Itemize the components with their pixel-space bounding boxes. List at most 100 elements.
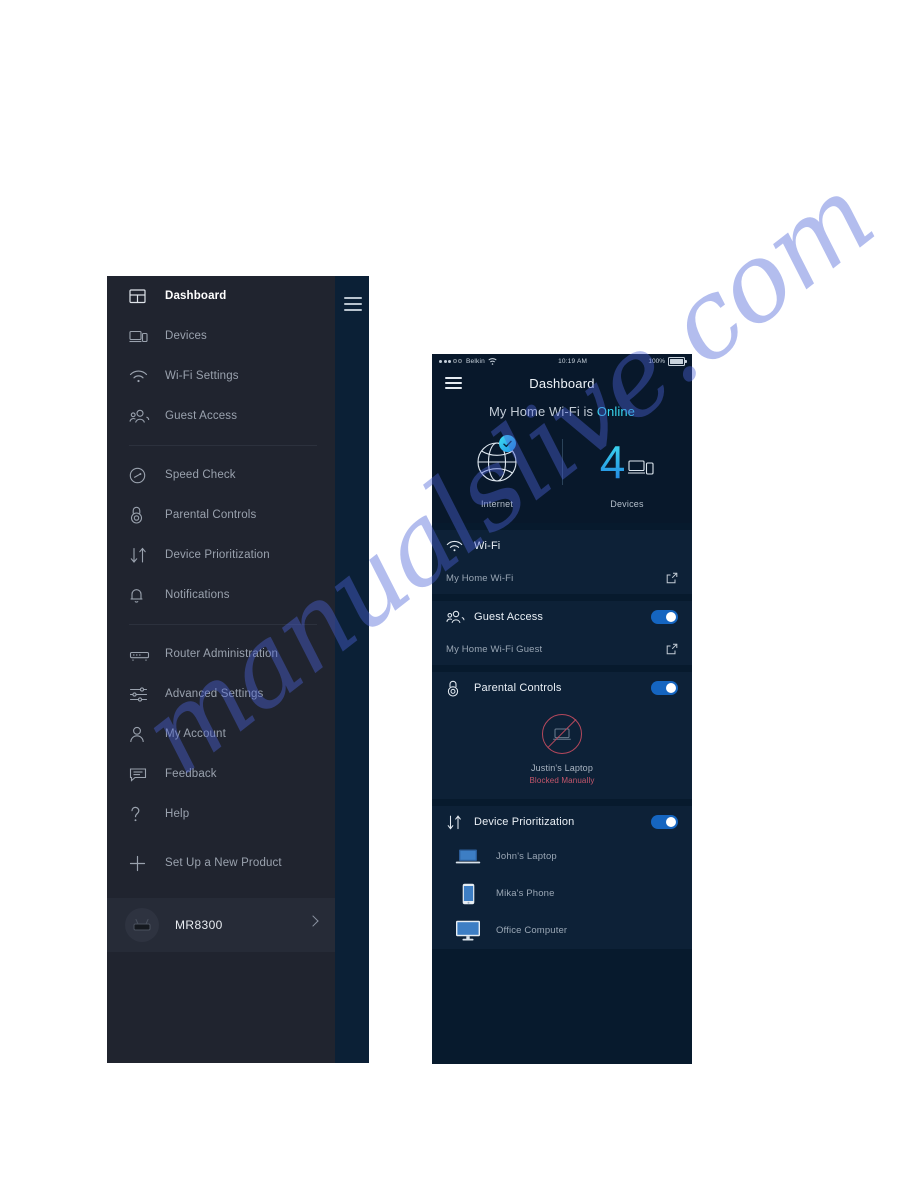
devices-label: Devices bbox=[610, 499, 644, 509]
sidebar-item-label: Speed Check bbox=[165, 469, 236, 481]
question-icon bbox=[129, 803, 153, 825]
wifi-card: Wi-Fi My Home Wi-Fi bbox=[432, 530, 692, 594]
sidebar-panel: Dashboard Devices Wi-Fi Settings Guest A… bbox=[107, 276, 369, 1063]
priority-device-row[interactable]: Mika's Phone bbox=[432, 875, 692, 912]
wifi-icon bbox=[488, 357, 497, 365]
router-name-label: MR8300 bbox=[175, 918, 223, 932]
lock-icon bbox=[446, 680, 466, 697]
priority-device-name: John's Laptop bbox=[496, 851, 557, 862]
device-prioritization-toggle[interactable] bbox=[651, 815, 678, 829]
sidebar-item-feedback[interactable]: Feedback bbox=[107, 754, 335, 794]
parental-controls-toggle[interactable] bbox=[651, 681, 678, 695]
sidebar-item-label: My Account bbox=[165, 728, 226, 740]
sidebar-item-my-account[interactable]: My Account bbox=[107, 714, 335, 754]
priority-device-name: Mika's Phone bbox=[496, 888, 555, 899]
sidebar-item-set-up-new-product[interactable]: Set Up a New Product bbox=[107, 843, 335, 883]
devices-count-art: 4 bbox=[600, 433, 655, 491]
bell-icon bbox=[129, 584, 153, 606]
globe-icon bbox=[472, 433, 522, 491]
parental-controls-card-header[interactable]: Parental Controls bbox=[432, 672, 692, 704]
router-avatar-icon bbox=[125, 908, 159, 942]
network-status-text: My Home Wi-Fi is Online bbox=[432, 404, 692, 419]
sidebar-item-label: Guest Access bbox=[165, 410, 238, 422]
battery-status: 100% bbox=[648, 356, 687, 366]
dashboard-icon bbox=[129, 285, 153, 307]
desktop-icon bbox=[454, 920, 482, 941]
guest-access-card-header[interactable]: Guest Access bbox=[432, 601, 692, 633]
check-badge-icon bbox=[499, 435, 516, 452]
sidebar-item-label: Help bbox=[165, 808, 190, 820]
sidebar-item-notifications[interactable]: Notifications bbox=[107, 575, 335, 615]
sidebar-item-label: Advanced Settings bbox=[165, 688, 264, 700]
laptop-icon bbox=[454, 848, 482, 865]
app-bar: Dashboard bbox=[432, 368, 692, 398]
wifi-network-name: My Home Wi-Fi bbox=[446, 572, 514, 584]
wifi-icon bbox=[446, 540, 466, 552]
sidebar-item-guest-access[interactable]: Guest Access bbox=[107, 396, 335, 436]
router-icon bbox=[129, 643, 153, 665]
sidebar-item-label: Router Administration bbox=[165, 648, 279, 660]
sidebar-item-help[interactable]: Help bbox=[107, 794, 335, 834]
sidebar-divider bbox=[129, 445, 317, 446]
blocked-device-block[interactable]: Justin's Laptop Blocked Manually bbox=[432, 704, 692, 799]
plus-icon bbox=[129, 852, 153, 874]
wifi-card-header[interactable]: Wi-Fi bbox=[432, 530, 692, 562]
person-icon bbox=[129, 723, 153, 745]
chevron-right-icon[interactable] bbox=[307, 915, 319, 927]
external-link-icon[interactable] bbox=[666, 572, 678, 584]
sidebar-item-label: Dashboard bbox=[165, 290, 227, 302]
sidebar-item-devices[interactable]: Devices bbox=[107, 316, 335, 356]
priority-device-row[interactable]: John's Laptop bbox=[432, 838, 692, 875]
internet-label: Internet bbox=[480, 499, 514, 509]
sidebar-item-wifi-settings[interactable]: Wi-Fi Settings bbox=[107, 356, 335, 396]
priority-device-name: Office Computer bbox=[496, 925, 568, 936]
network-status-prefix: My Home Wi-Fi is bbox=[488, 404, 597, 419]
guest-access-card-title: Guest Access bbox=[474, 611, 544, 623]
guest-network-name: My Home Wi-Fi Guest bbox=[446, 643, 543, 655]
guest-network-row[interactable]: My Home Wi-Fi Guest bbox=[432, 633, 692, 665]
arrows-updown-icon bbox=[129, 544, 153, 566]
sidebar-item-label: Devices bbox=[165, 330, 207, 342]
sidebar-item-dashboard[interactable]: Dashboard bbox=[107, 276, 335, 316]
speedometer-icon bbox=[129, 464, 153, 486]
network-status-state: Online bbox=[596, 404, 636, 419]
sidebar-item-router-administration[interactable]: Router Administration bbox=[107, 634, 335, 674]
battery-percent-label: 100% bbox=[648, 357, 665, 365]
devices-count: 4 bbox=[599, 436, 626, 488]
sidebar-router-row[interactable]: MR8300 bbox=[107, 898, 335, 952]
wifi-network-row[interactable]: My Home Wi-Fi bbox=[432, 562, 692, 594]
guest-access-card: Guest Access My Home Wi-Fi Guest bbox=[432, 601, 692, 665]
guest-access-toggle[interactable] bbox=[651, 610, 678, 624]
carrier-label: Belkin bbox=[466, 357, 485, 365]
priority-device-row[interactable]: Office Computer bbox=[432, 912, 692, 949]
battery-full-icon bbox=[668, 356, 687, 366]
parental-controls-card: Parental Controls Justin's Laptop Blocke… bbox=[432, 672, 692, 799]
hamburger-icon[interactable] bbox=[344, 297, 362, 311]
chat-icon bbox=[129, 763, 153, 785]
sidebar-item-parental-controls[interactable]: Parental Controls bbox=[107, 495, 335, 535]
blocked-laptop-icon bbox=[542, 714, 582, 754]
blocked-device-status: Blocked Manually bbox=[529, 776, 595, 785]
sidebar-item-label: Feedback bbox=[165, 768, 217, 780]
guest-access-icon bbox=[129, 405, 153, 427]
devices-icon bbox=[129, 325, 153, 347]
device-prioritization-card-header[interactable]: Device Prioritization bbox=[432, 806, 692, 838]
wifi-card-title: Wi-Fi bbox=[474, 540, 501, 552]
sidebar-item-device-prioritization[interactable]: Device Prioritization bbox=[107, 535, 335, 575]
sidebar-item-advanced-settings[interactable]: Advanced Settings bbox=[107, 674, 335, 714]
guest-access-icon bbox=[446, 610, 466, 624]
devices-stat[interactable]: 4 Devices bbox=[562, 433, 692, 509]
sidebar-item-speed-check[interactable]: Speed Check bbox=[107, 455, 335, 495]
blocked-device-name: Justin's Laptop bbox=[530, 763, 593, 773]
phone-icon bbox=[454, 883, 482, 905]
wifi-icon bbox=[129, 365, 153, 387]
sidebar-item-label: Wi-Fi Settings bbox=[165, 370, 239, 382]
sidebar-nav-list: Dashboard Devices Wi-Fi Settings Guest A… bbox=[107, 276, 335, 1063]
sidebar-divider bbox=[129, 624, 317, 625]
external-link-icon[interactable] bbox=[666, 643, 678, 655]
hamburger-icon[interactable] bbox=[445, 377, 462, 389]
status-bar: Belkin 10:19 AM 100% bbox=[432, 354, 692, 368]
internet-stat[interactable]: Internet bbox=[432, 433, 562, 509]
device-prioritization-card-title: Device Prioritization bbox=[474, 816, 575, 828]
